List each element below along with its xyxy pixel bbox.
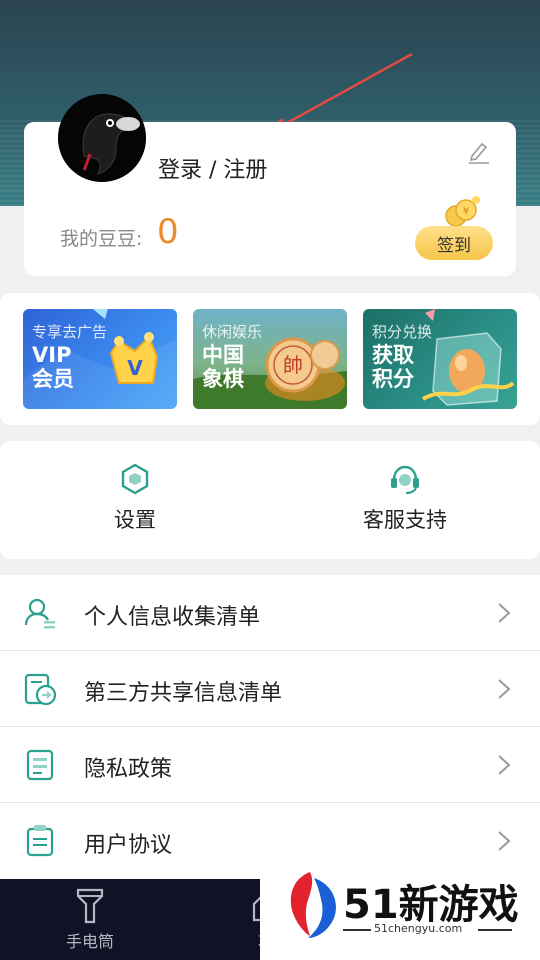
list-item-third-party[interactable]: 第三方共享信息清单 xyxy=(0,651,540,727)
promo-vip-card[interactable]: V 专享去广告 VIP 会员 xyxy=(23,309,177,409)
settings-button[interactable]: 设置 xyxy=(65,462,205,534)
promo-points-title-line2: 积分 xyxy=(372,367,414,391)
promo-vip-title-line2: 会员 xyxy=(32,367,74,391)
list-item-label: 第三方共享信息清单 xyxy=(84,681,283,706)
coins-icon: ¥ xyxy=(445,196,480,227)
settings-label: 设置 xyxy=(114,508,156,532)
promo-vip-tag: 专享去广告 xyxy=(32,323,108,341)
personal-info-icon xyxy=(24,598,55,629)
promo-chess-card[interactable]: 帥 休闲娱乐 中国 象棋 xyxy=(193,309,347,409)
watermark-rule-left xyxy=(343,929,371,931)
svg-text:V: V xyxy=(127,356,143,380)
chevron-right-icon xyxy=(498,831,511,851)
chevron-right-icon xyxy=(498,755,511,775)
beans-label: 我的豆豆: xyxy=(60,228,143,250)
agreement-doc-icon xyxy=(26,825,54,857)
watermark-url: 51chengyu.com xyxy=(374,922,463,935)
avatar[interactable] xyxy=(58,94,146,182)
promo-vip-title-line1: VIP xyxy=(32,343,72,367)
list-item-label: 隐私政策 xyxy=(84,757,173,782)
promo-vip-title: VIP 会员 xyxy=(32,343,74,391)
tab-flashlight[interactable]: 手电筒 xyxy=(50,886,130,952)
edit-icon[interactable] xyxy=(466,138,492,164)
headset-icon xyxy=(391,465,419,494)
settings-list: 个人信息收集清单 第三方共享信息清单 隐私政策 用户协议 xyxy=(0,575,540,879)
flashlight-icon xyxy=(76,888,104,924)
support-button[interactable]: 客服支持 xyxy=(335,462,475,534)
settings-icon xyxy=(121,463,149,495)
svg-text:帥: 帥 xyxy=(283,353,303,377)
promo-chess-title: 中国 象棋 xyxy=(202,343,244,391)
beans-value: 0 xyxy=(157,212,179,252)
list-item-privacy[interactable]: 隐私政策 xyxy=(0,727,540,803)
watermark-logo-icon xyxy=(290,872,336,938)
promo-points-card[interactable]: 积分兑换 获取 积分 xyxy=(363,309,517,409)
promo-points-title-line1: 获取 xyxy=(372,343,414,367)
login-register-link[interactable]: 登录 / 注册 xyxy=(158,152,267,184)
promo-chess-title-line2: 象棋 xyxy=(202,367,244,391)
promo-points-title: 获取 积分 xyxy=(372,343,414,391)
promo-chess-tag: 休闲娱乐 xyxy=(202,323,263,341)
watermark-rule-right xyxy=(478,929,512,931)
chevron-right-icon xyxy=(498,603,511,623)
share-info-icon xyxy=(24,673,57,706)
support-label: 客服支持 xyxy=(363,508,447,532)
list-item-label: 个人信息收集清单 xyxy=(84,605,261,630)
chevron-right-icon xyxy=(498,679,511,699)
promo-chess-title-line1: 中国 xyxy=(202,343,244,367)
tab-flashlight-label: 手电筒 xyxy=(65,932,114,951)
svg-text:¥: ¥ xyxy=(463,206,469,217)
list-item-personal-info[interactable]: 个人信息收集清单 xyxy=(0,575,540,651)
privacy-doc-icon xyxy=(26,749,54,781)
bird-avatar-icon xyxy=(58,94,146,182)
signin-button[interactable]: 签到 xyxy=(415,226,493,260)
promo-points-tag: 积分兑换 xyxy=(372,323,433,341)
list-item-label: 用户协议 xyxy=(84,833,173,858)
